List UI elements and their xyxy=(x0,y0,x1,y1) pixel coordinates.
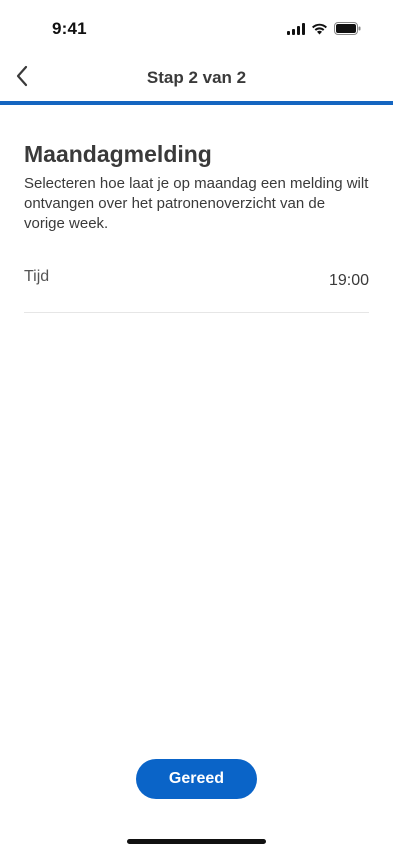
progress-bar xyxy=(0,101,393,105)
status-time: 9:41 xyxy=(52,19,87,38)
nav-bar: Stap 2 van 2 xyxy=(0,54,393,102)
page-title: Stap 2 van 2 xyxy=(146,68,247,87)
wifi-icon xyxy=(311,22,328,40)
time-label: Tijd xyxy=(24,268,50,285)
status-bar: 9:41 xyxy=(0,0,393,54)
cellular-signal-icon xyxy=(287,22,305,40)
main-content: Maandagmelding Selecteren hoe laat je op… xyxy=(24,140,369,313)
status-icons xyxy=(287,22,361,40)
time-value[interactable]: 19:00 xyxy=(329,272,369,290)
section-heading: Maandagmelding xyxy=(24,141,212,167)
progress-fill xyxy=(0,101,393,105)
time-setting-row[interactable]: Tijd 19:00 xyxy=(24,260,369,313)
battery-icon xyxy=(334,22,361,40)
home-indicator xyxy=(127,839,266,844)
done-button[interactable]: Gereed xyxy=(136,759,257,799)
section-description: Selecteren hoe laat je op maandag een me… xyxy=(24,175,369,232)
